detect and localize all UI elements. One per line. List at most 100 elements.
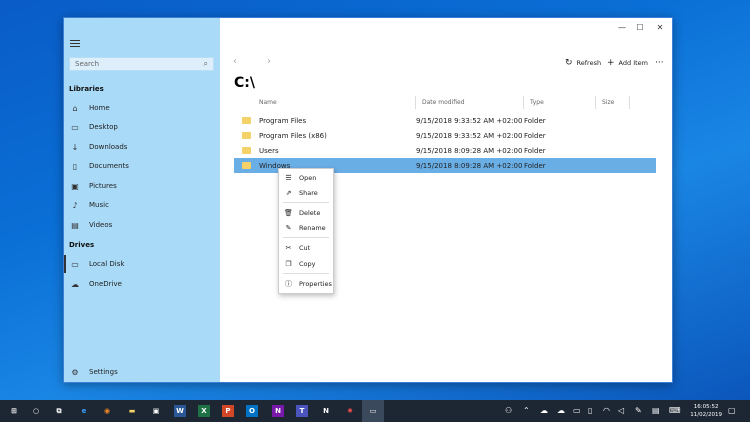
notification-icon[interactable]: ▢ [728, 406, 736, 415]
clock-time: 16:05:52 [693, 404, 719, 410]
teams-icon[interactable]: T [296, 405, 308, 417]
sidebar-item-label: Music [89, 201, 109, 209]
open-icon: ☰ [285, 174, 292, 182]
volume-icon[interactable]: ◁ [618, 406, 624, 415]
back-arrow-icon[interactable]: ‹ [233, 56, 237, 67]
folder-icon [242, 117, 251, 124]
keyboard-icon[interactable]: ▤ [652, 406, 660, 415]
home-icon: ⌂ [72, 103, 78, 113]
language-icon[interactable]: ⌨ [669, 406, 681, 415]
scissors-icon: ✂ [285, 244, 292, 252]
folder-icon [242, 147, 251, 154]
sidebar-item-documents[interactable]: ▯ Documents [64, 157, 220, 175]
gear-icon: ⚙ [71, 367, 79, 377]
context-menu-properties[interactable]: ⓘ Properties [279, 277, 335, 291]
battery-icon[interactable]: ▯ [588, 406, 592, 415]
powerpoint-icon[interactable]: P [222, 405, 234, 417]
current-path: C:\ [234, 75, 255, 91]
app-icon[interactable]: ✹ [344, 405, 356, 417]
menu-divider [283, 237, 329, 238]
file-explorer-window: Search ⌕ Libraries ⌂ Home ▭ Desktop ↓ Do… [63, 17, 673, 383]
taskbar: ⊞ ○ ⧉ e ◉ ▬ ▣ W X P O N T N ✹ ▭ ⚇ ⌃ ☁ ☁ … [0, 400, 750, 422]
folder-icon [242, 132, 251, 139]
network-icon[interactable]: ▭ [573, 406, 581, 415]
edge-icon[interactable]: e [78, 405, 90, 417]
wifi-icon[interactable]: ◠ [603, 406, 610, 415]
sidebar-item-local-disk[interactable]: ▭ Local Disk [64, 255, 220, 273]
sidebar-item-label: Videos [89, 221, 113, 229]
pen-icon[interactable]: ✎ [635, 406, 642, 415]
menu-divider [283, 273, 329, 274]
chevron-up-icon[interactable]: ⌃ [523, 406, 530, 415]
outlook-icon[interactable]: O [246, 405, 258, 417]
add-item-button[interactable]: + Add Item [607, 58, 648, 68]
sidebar-item-label: Desktop [89, 123, 118, 131]
search-circle-icon[interactable]: ○ [30, 405, 42, 417]
store-icon[interactable]: ▣ [150, 405, 162, 417]
plus-icon: + [607, 58, 615, 68]
files-app-icon[interactable]: ▭ [367, 405, 379, 417]
context-menu-cut[interactable]: ✂ Cut [279, 241, 335, 255]
sidebar-item-videos[interactable]: ▤ Videos [64, 216, 220, 234]
sidebar-item-music[interactable]: ♪ Music [64, 196, 220, 214]
column-header-date[interactable]: Date modified [416, 96, 524, 109]
column-header-type[interactable]: Type [524, 96, 596, 109]
hamburger-menu-icon[interactable] [70, 40, 80, 50]
trash-icon: 🗑︎ [284, 209, 293, 217]
download-icon: ↓ [71, 142, 79, 152]
add-item-label: Add Item [618, 59, 648, 67]
more-options-icon[interactable]: ··· [655, 58, 664, 68]
context-menu-share[interactable]: ⇗ Share [279, 186, 335, 200]
folder-icon [242, 162, 251, 169]
onedrive-tray-icon[interactable]: ☁ [540, 406, 548, 415]
pictures-icon: ▣ [71, 181, 79, 191]
sidebar: Search ⌕ Libraries ⌂ Home ▭ Desktop ↓ Do… [64, 18, 220, 382]
task-view-icon[interactable]: ⧉ [53, 405, 65, 417]
file-explorer-icon[interactable]: ▬ [126, 405, 138, 417]
libraries-heading: Libraries [69, 85, 104, 93]
copy-icon: ❐ [285, 260, 292, 268]
document-icon: ▯ [72, 161, 78, 171]
settings-label: Settings [89, 368, 118, 376]
search-box[interactable]: Search ⌕ [69, 57, 214, 71]
sidebar-item-desktop[interactable]: ▭ Desktop [64, 118, 220, 136]
refresh-button[interactable]: ↻ Refresh [565, 58, 601, 68]
onedrive-tray-icon-2[interactable]: ☁ [557, 406, 565, 415]
sidebar-item-label: Local Disk [89, 260, 125, 268]
context-menu-copy[interactable]: ❐ Copy [279, 257, 335, 271]
sidebar-item-label: Documents [89, 162, 129, 170]
column-header-size[interactable]: Size [596, 96, 630, 109]
video-icon: ▤ [71, 220, 79, 230]
table-row[interactable]: Program Files (x86) 9/15/2018 9:33:52 AM… [234, 128, 656, 143]
drives-heading: Drives [69, 241, 95, 249]
refresh-label: Refresh [576, 59, 602, 67]
onenote-icon[interactable]: N [272, 405, 284, 417]
context-menu-delete[interactable]: 🗑︎ Delete [279, 206, 335, 220]
settings-button[interactable]: ⚙ Settings [64, 363, 220, 381]
search-icon[interactable]: ⌕ [204, 59, 208, 69]
sidebar-item-onedrive[interactable]: ☁ OneDrive [64, 275, 220, 293]
forward-arrow-icon[interactable]: › [267, 56, 271, 67]
sidebar-item-label: OneDrive [89, 280, 122, 288]
sidebar-item-downloads[interactable]: ↓ Downloads [64, 138, 220, 156]
column-headers: Name Date modified Type Size [234, 96, 656, 109]
notion-icon[interactable]: N [320, 405, 332, 417]
refresh-icon: ↻ [565, 58, 573, 68]
firefox-icon[interactable]: ◉ [101, 405, 113, 417]
table-row[interactable]: Users 9/15/2018 8:09:28 AM +02:00 Folder [234, 143, 656, 158]
sidebar-item-home[interactable]: ⌂ Home [64, 99, 220, 117]
sidebar-item-label: Home [89, 104, 110, 112]
excel-icon[interactable]: X [198, 405, 210, 417]
info-icon: ⓘ [285, 280, 292, 288]
search-input[interactable]: Search [75, 60, 204, 68]
people-icon[interactable]: ⚇ [505, 406, 512, 415]
clock[interactable]: 16:05:52 11/02/2019 [690, 403, 722, 419]
disk-icon: ▭ [71, 259, 79, 269]
context-menu-open[interactable]: ☰ Open [279, 171, 335, 185]
windows-start-icon[interactable]: ⊞ [8, 405, 20, 417]
context-menu-rename[interactable]: ✎ Rename [279, 221, 335, 235]
table-row[interactable]: Program Files 9/15/2018 9:33:52 AM +02:0… [234, 113, 656, 128]
word-icon[interactable]: W [174, 405, 186, 417]
column-header-name[interactable]: Name [234, 96, 416, 109]
sidebar-item-pictures[interactable]: ▣ Pictures [64, 177, 220, 195]
